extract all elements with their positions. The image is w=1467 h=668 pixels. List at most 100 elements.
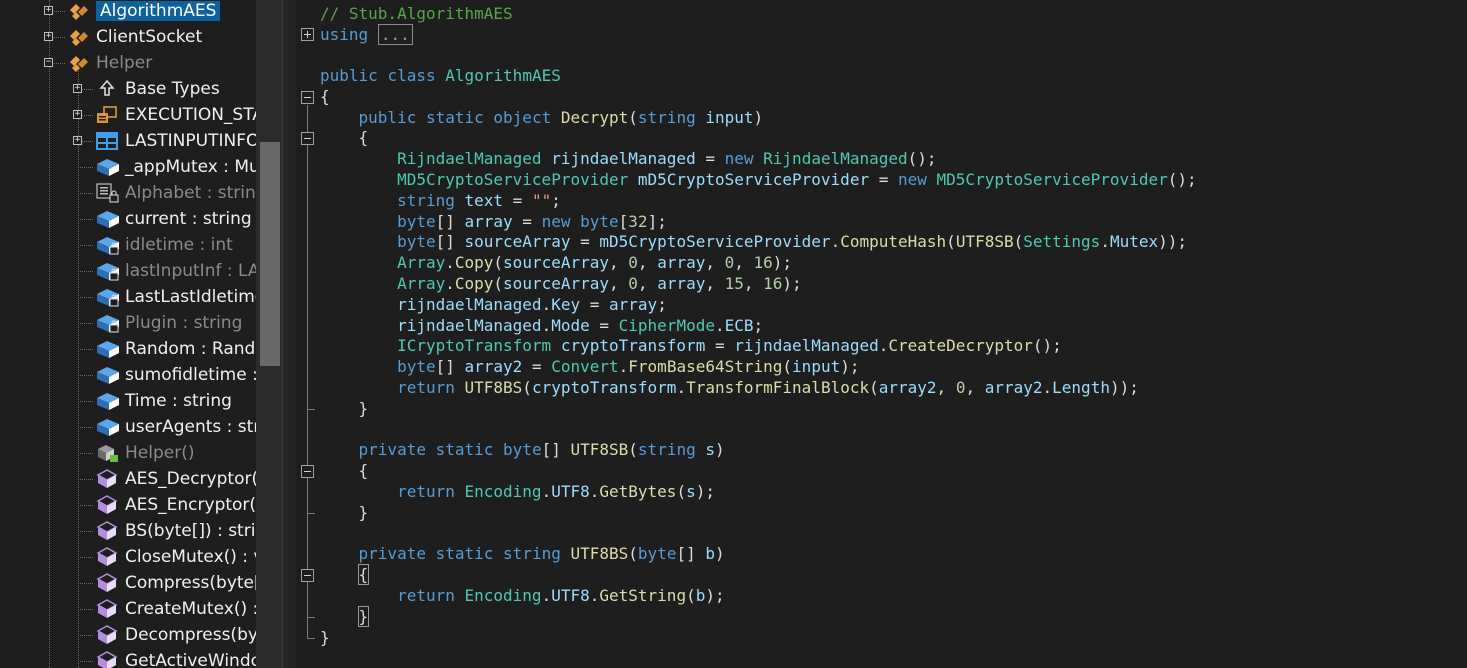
tree-item[interactable]: Random : Rand	[95, 336, 255, 362]
collapse-block-toggle[interactable]	[301, 465, 314, 479]
class-icon	[66, 52, 90, 74]
tree-item[interactable]: Plugin : string	[95, 310, 242, 336]
using-keyword: using	[320, 25, 369, 44]
assembly-tree[interactable]: + AlgorithmAES + ClientSocket − Helper + Base T…	[0, 0, 256, 668]
tree-item[interactable]: Base Types	[95, 76, 220, 102]
panel-splitter[interactable]	[282, 0, 296, 668]
collapse-block-toggle[interactable]	[301, 132, 314, 146]
tree-item[interactable]: Time : string	[95, 388, 232, 414]
tree-expander-expanded[interactable]: −	[44, 58, 53, 67]
tree-item-label: EXECUTION_STA	[125, 105, 256, 125]
tree-item[interactable]: current : string	[95, 206, 252, 232]
code-line: return Encoding.UTF8.GetBytes(s);	[397, 482, 715, 501]
tree-item[interactable]: BS(byte[]) : strin	[95, 518, 256, 544]
using-line: using ...	[320, 24, 413, 45]
tree-item-label: Helper	[96, 53, 153, 73]
tree-item[interactable]: idletime : int	[95, 232, 233, 258]
code-line: return Encoding.UTF8.GetString(b);	[397, 586, 725, 605]
private-field-icon	[95, 286, 119, 308]
code-line: MD5CryptoServiceProvider mD5CryptoServic…	[397, 170, 1197, 189]
tree-item-label: CreateMutex() :	[125, 599, 256, 619]
code-line: byte[] array = new byte[32];	[397, 211, 667, 231]
tree-item[interactable]: sumofidletime :	[95, 362, 256, 388]
tree-expander-collapsed[interactable]: +	[44, 6, 53, 15]
code-line: {	[320, 128, 369, 148]
collapse-block-toggle[interactable]	[301, 569, 314, 583]
tree-item-label: BS(byte[]) : strin	[125, 521, 256, 541]
code-line: }	[320, 398, 369, 418]
tree-item[interactable]: userAgents : str	[95, 414, 256, 440]
code-line: rijndaelManaged.Key = array;	[397, 294, 667, 314]
tree-item[interactable]: AlgorithmAES	[66, 0, 221, 24]
tree-expander-collapsed[interactable]: +	[73, 110, 82, 119]
tree-item[interactable]: CloseMutex() : v	[95, 544, 256, 570]
tree-item[interactable]: AES_Encryptor(b	[95, 492, 256, 518]
code-line: RijndaelManaged rijndaelManaged = new Ri…	[397, 149, 937, 169]
code-line: public class AlgorithmAES	[320, 66, 561, 85]
tree-item-label: AlgorithmAES	[96, 1, 221, 21]
namespace-comment: // Stub.AlgorithmAES	[320, 4, 513, 24]
tree-item-label: Plugin : string	[125, 313, 243, 333]
method-icon	[95, 520, 119, 542]
tree-item-label: Random : Rand	[125, 339, 256, 359]
tree-item-label: sumofidletime :	[125, 365, 256, 385]
code-line: byte[] sourceArray = mD5CryptoServicePro…	[397, 232, 1188, 252]
tree-scrollbar-thumb[interactable]	[260, 142, 280, 366]
tree-scrollbar[interactable]	[256, 0, 282, 668]
tree-item[interactable]: ClientSocket	[66, 24, 202, 50]
code-line: ICryptoTransform cryptoTransform = rijnd…	[397, 336, 1062, 356]
tree-item-label: Alphabet : string	[125, 183, 256, 203]
tree-item-label: GetActiveWindo	[125, 651, 256, 668]
tree-item-label: lastInputInf : LA	[125, 261, 256, 281]
tree-item-label: AES_Decryptor(b	[125, 469, 256, 489]
method-icon	[95, 468, 119, 490]
tree-item[interactable]: Alphabet : string	[95, 180, 256, 206]
expand-using-toggle[interactable]	[301, 28, 314, 41]
code-line: public static object Decrypt(string inpu…	[358, 107, 764, 127]
tree-expander-collapsed[interactable]: +	[73, 136, 82, 145]
tree-item-label: AES_Encryptor(b	[125, 495, 256, 515]
code-editor[interactable]: // Stub.AlgorithmAES using ... public cl…	[296, 0, 1467, 668]
field-icon	[95, 338, 119, 360]
tree-item[interactable]: LastLastIdletime	[95, 284, 256, 310]
tree-item-label: idletime : int	[125, 235, 233, 255]
code-line: {	[320, 86, 330, 106]
field-icon	[95, 208, 119, 230]
code-line: Array.Copy(sourceArray, 0, array, 15, 16…	[397, 274, 802, 293]
tree-item[interactable]: GetActiveWindo	[95, 648, 256, 668]
private-field-icon	[95, 312, 119, 334]
tree-item[interactable]: CreateMutex() :	[95, 596, 256, 622]
tree-expander-collapsed[interactable]: +	[73, 84, 82, 93]
code-line: byte[] array2 = Convert.FromBase64String…	[397, 357, 860, 377]
method-icon	[95, 546, 119, 568]
field-icon	[95, 390, 119, 412]
tree-item[interactable]: Helper	[66, 50, 152, 76]
tree-item[interactable]: Helper()	[95, 440, 194, 466]
code-line: {	[320, 461, 369, 481]
constant-icon	[95, 182, 119, 204]
tree-item[interactable]: lastInputInf : LA	[95, 258, 256, 284]
tree-item[interactable]: Compress(byte[	[95, 570, 256, 596]
collapse-block-toggle[interactable]	[301, 90, 314, 104]
code-line: return UTF8BS(cryptoTransform.TransformF…	[397, 378, 1139, 397]
class-icon	[66, 26, 90, 48]
method-icon	[95, 572, 119, 594]
tree-expander-collapsed[interactable]: +	[44, 32, 53, 41]
tree-item[interactable]: _appMutex : Mu	[95, 154, 256, 180]
code-line: }	[320, 627, 330, 647]
tree-item[interactable]: LASTINPUTINFO	[95, 128, 256, 154]
tree-item[interactable]: AES_Decryptor(b	[95, 466, 256, 492]
tree-item-label: Helper()	[125, 443, 195, 463]
code-line: private static string UTF8BS(byte[] b)	[358, 544, 725, 564]
method-icon	[95, 624, 119, 646]
collapsed-using-block[interactable]: ...	[377, 24, 413, 45]
private-field-icon	[95, 260, 119, 282]
code-line: string text = "";	[397, 190, 561, 210]
tree-item[interactable]: Decompress(by	[95, 622, 256, 648]
tree-item-label: current : string	[125, 209, 252, 229]
code-line: Array.Copy(sourceArray, 0, array, 0, 16)…	[397, 253, 793, 273]
tree-item-label: LastLastIdletime	[125, 287, 256, 307]
tree-item[interactable]: EXECUTION_STA	[95, 102, 256, 128]
code-line: {	[357, 564, 370, 586]
tree-item-label: userAgents : str	[125, 417, 256, 437]
